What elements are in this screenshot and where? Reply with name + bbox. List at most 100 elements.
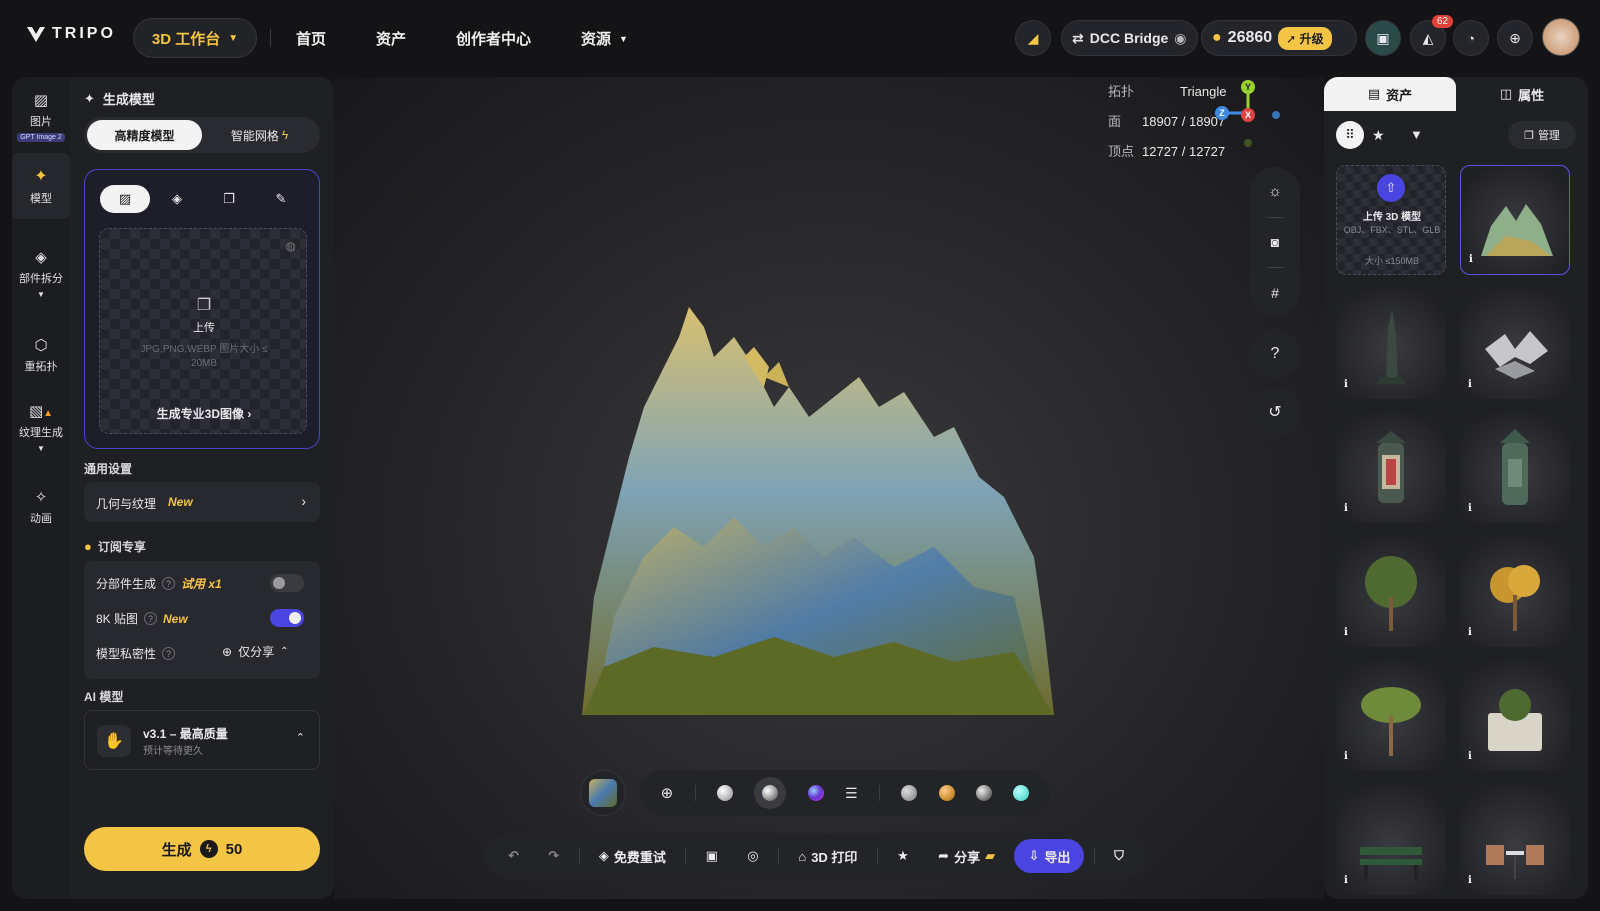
nav-resources[interactable]: 资源 ▼ (581, 28, 628, 49)
sliders-icon[interactable]: ☰ (845, 785, 858, 802)
user-avatar[interactable] (1542, 18, 1580, 56)
rail-item-model[interactable]: ✦ 模型 (12, 153, 70, 219)
metal-sphere-icon[interactable] (975, 785, 992, 801)
part-gen-toggle[interactable] (270, 574, 304, 592)
nav-home[interactable]: 首页 (296, 28, 326, 49)
manage-button[interactable]: ❐ 管理 (1508, 121, 1576, 149)
filter-button[interactable]: ▼ (1410, 127, 1423, 142)
upload-image-icon: ❐ (196, 297, 212, 314)
asset-tile-bench[interactable]: i (1336, 785, 1446, 895)
geometry-texture-row[interactable]: 几何与纹理 New › (84, 482, 320, 522)
texture-thumbnail-button[interactable] (580, 770, 626, 816)
upgrade-label: 升级 (1299, 31, 1324, 46)
info-icon[interactable]: i (1344, 627, 1358, 641)
mode-text[interactable]: ✎ (256, 185, 306, 213)
image-drop-zone[interactable]: ◍ ❐ 上传 JPG,PNG,WEBP 图片大小 ≤ 20MB 生成专业3D图像… (99, 228, 307, 434)
favorite-button[interactable]: ★ (887, 848, 919, 864)
asset-tile-tree-green[interactable]: i (1336, 537, 1446, 647)
3d-viewport[interactable]: 拓扑 Triangle 面 18907 / 18907 顶点 12727 / 1272… (334, 77, 1324, 899)
workspace-dropdown[interactable]: 3D 工作台 ▼ (133, 18, 257, 58)
free-retry-button[interactable]: ◈ 免费重试 (589, 847, 676, 866)
gift-action-button[interactable]: ▣ (696, 848, 728, 864)
mode-3d-cube[interactable]: ◈ (152, 185, 202, 213)
tab-assets[interactable]: ▤ 资产 (1324, 77, 1456, 111)
orange-sphere-icon[interactable] (938, 785, 955, 801)
asset-tile-dark-figure[interactable]: i (1336, 289, 1446, 399)
language-button[interactable]: ⊕ (1497, 20, 1533, 56)
history-button[interactable]: ↺ (1250, 387, 1300, 437)
normal-sphere-icon[interactable] (807, 785, 824, 801)
info-icon[interactable]: i (1344, 503, 1358, 517)
grid-icon[interactable]: # (1271, 285, 1279, 301)
tab-assets-label: 资产 (1386, 87, 1413, 103)
undo-button[interactable]: ↶ (498, 848, 529, 864)
axis-gizmo[interactable]: Y Z X (1214, 79, 1294, 149)
help-icon[interactable]: ? (162, 647, 176, 660)
camera-icon[interactable]: ◙ (1271, 234, 1279, 250)
asset-tile-tree-bonsai[interactable]: i (1336, 661, 1446, 771)
asset-tile-cafe-chairs[interactable]: i (1460, 785, 1570, 895)
info-icon[interactable]: i (1344, 875, 1358, 889)
asset-tile-planter[interactable]: i (1460, 661, 1570, 771)
tripo-logo[interactable]: TRIPO (26, 25, 116, 43)
nav-assets[interactable]: 资产 (376, 28, 406, 49)
matte-sphere-icon[interactable] (716, 785, 733, 801)
export-button[interactable]: ⇩ 导出 (1014, 839, 1085, 873)
help-button[interactable]: ? (1250, 329, 1300, 379)
tex8k-toggle[interactable] (270, 609, 304, 627)
info-icon[interactable]: i (1468, 503, 1482, 517)
info-icon[interactable]: i (1468, 379, 1482, 393)
share-button[interactable]: ➦ 分享 ▰ (928, 847, 1005, 866)
rail-item-animation[interactable]: ✧ 动画 (12, 479, 70, 535)
teal-sphere-icon[interactable] (1013, 785, 1030, 801)
rail-item-part-split[interactable]: ◈ 部件拆分 ▼ (12, 235, 70, 311)
asset-tile-kiosk-green[interactable]: i (1460, 413, 1570, 523)
lightbulb-icon[interactable]: ◍ (286, 239, 296, 253)
help-chat-button[interactable]: ◔ (1453, 20, 1489, 56)
info-icon[interactable]: i (1469, 254, 1483, 268)
rail-item-retopology[interactable]: ⬡ 重拓扑 (12, 327, 70, 383)
rail-item-texture[interactable]: ▧▲ 纹理生成 ▼ (12, 387, 70, 467)
chevron-up-icon: ⌃ (295, 732, 305, 744)
gift-button[interactable]: ▣ (1365, 20, 1401, 56)
clay-sphere-icon[interactable] (901, 785, 918, 801)
mode-single-image[interactable]: ▨ (100, 185, 150, 213)
pbr-sphere-button[interactable] (754, 777, 787, 809)
asset-tile-tree-autumn[interactable]: i (1460, 537, 1570, 647)
wireframe-globe-icon[interactable]: ⊕ (661, 784, 674, 802)
credits-pill[interactable]: ● 26860 ➚ 升级 (1201, 20, 1357, 56)
pro-3d-image-link[interactable]: 生成专业3D图像 › (100, 405, 308, 422)
help-icon[interactable]: ? (144, 612, 158, 625)
privacy-dropdown[interactable]: ⊕ 仅分享 ⌃ (222, 643, 288, 660)
help-icon[interactable]: ? (162, 577, 176, 590)
seg-smart-mesh[interactable]: 智能网格 ϟ (202, 120, 317, 150)
3d-print-button[interactable]: ⌂ 3D 打印 (788, 847, 867, 866)
report-button[interactable]: ⛉ (1104, 848, 1134, 864)
asset-tile-landscape[interactable]: i (1460, 165, 1570, 275)
grid-view-button[interactable]: ⠿ (1336, 121, 1364, 149)
upgrade-button[interactable]: ➚ 升级 (1278, 26, 1332, 50)
generate-button[interactable]: 生成 ϟ 50 (84, 827, 320, 871)
info-icon[interactable]: i (1344, 379, 1358, 393)
info-icon[interactable]: i (1468, 875, 1482, 889)
rail-item-image[interactable]: ▨ 图片 GPT Image 2 (12, 83, 70, 149)
mode-multi-image[interactable]: ❐ (204, 185, 254, 213)
info-icon[interactable]: i (1344, 751, 1358, 765)
model-render[interactable] (574, 297, 1064, 717)
dcc-bridge-button[interactable]: ⇄ DCC Bridge ◉ (1061, 20, 1198, 56)
nav-creator-center[interactable]: 创作者中心 (456, 28, 531, 49)
lighting-icon[interactable]: ☼ (1268, 183, 1282, 200)
ai-model-selector[interactable]: ✋ v3.1 – 最高质量 预计等待更久 ⌃ (84, 710, 320, 770)
asset-tile-birds[interactable]: i (1460, 289, 1570, 399)
seg-high-precision[interactable]: 高精度模型 (87, 120, 202, 150)
announcement-button[interactable]: ◢ (1015, 20, 1051, 56)
upload-3d-tile[interactable]: ⇧ 上传 3D 模型 OBJ、FBX、STL、GLB 大小 ≤150MB (1336, 165, 1446, 275)
asset-tile-kiosk-red[interactable]: i (1336, 413, 1446, 523)
ar-view-button[interactable]: ◎ (737, 848, 768, 864)
favorites-filter-button[interactable]: ★ (1372, 127, 1385, 144)
notifications-button[interactable]: ◭ 62 (1410, 15, 1453, 56)
info-icon[interactable]: i (1468, 627, 1482, 641)
tab-properties[interactable]: ◫ 属性 (1456, 77, 1588, 111)
redo-button[interactable]: ↷ (538, 848, 569, 864)
info-icon[interactable]: i (1468, 751, 1482, 765)
